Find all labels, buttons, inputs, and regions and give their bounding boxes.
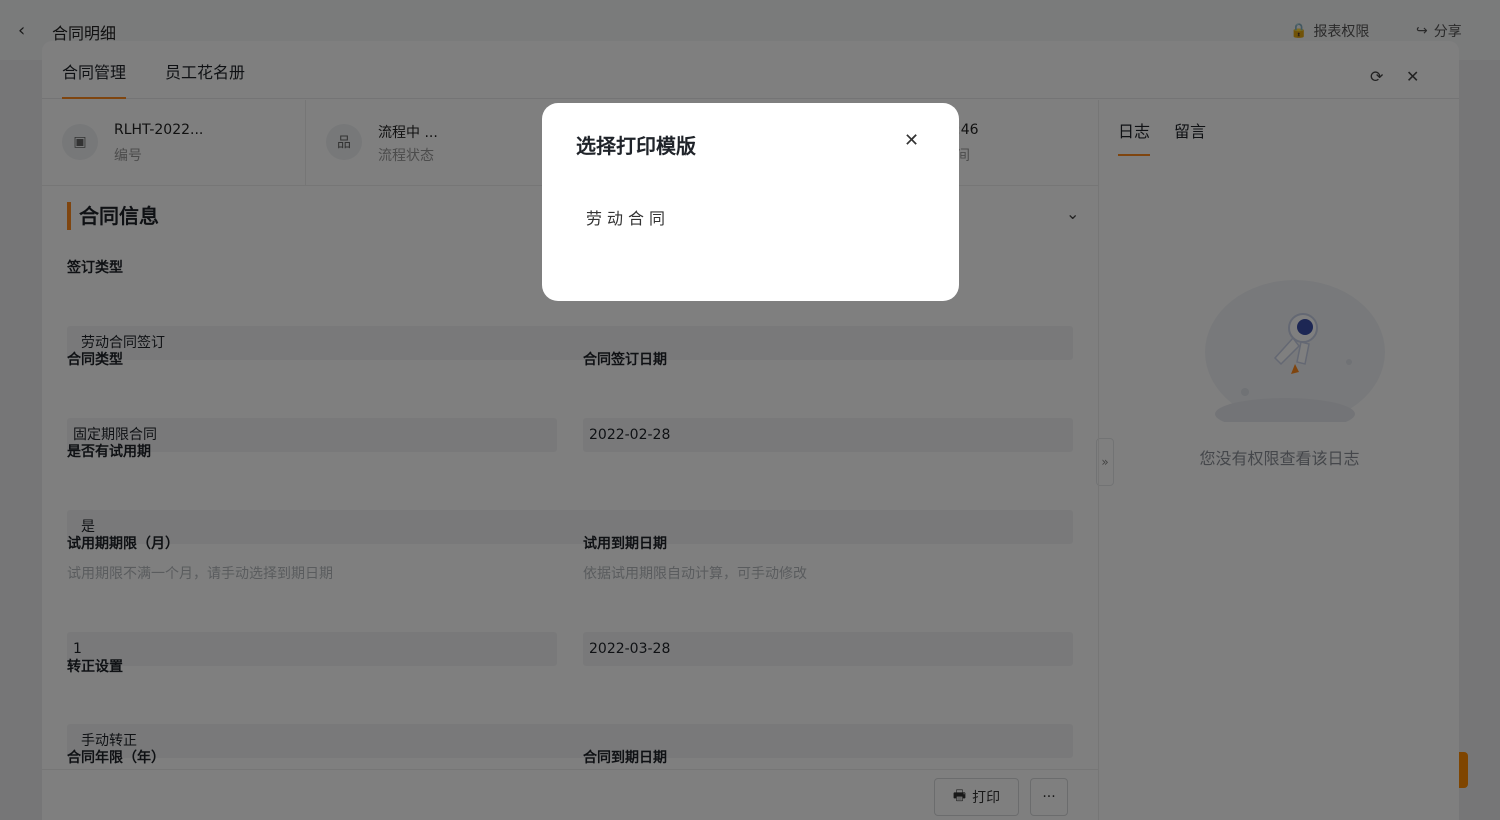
print-template-modal: 选择打印模版 ✕ 劳动合同	[542, 103, 959, 301]
template-option[interactable]: 劳动合同	[586, 205, 670, 229]
modal-close-icon[interactable]: ✕	[904, 130, 919, 151]
modal-title: 选择打印模版	[576, 134, 696, 158]
